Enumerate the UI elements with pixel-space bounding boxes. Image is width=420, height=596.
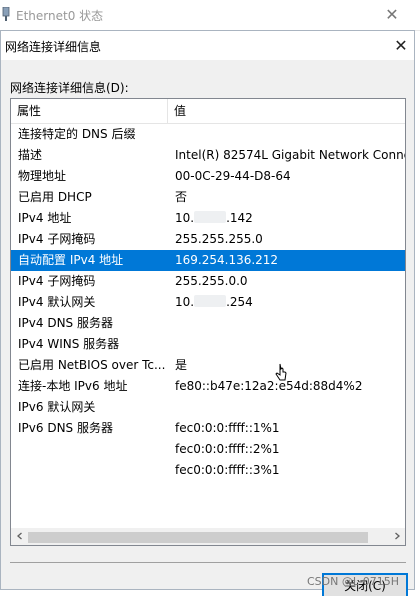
listview-rows: 连接特定的 DNS 后缀 描述 Intel(R) 82574L Gigabit Ne… xyxy=(11,124,405,521)
list-item[interactable]: 连接特定的 DNS 后缀 xyxy=(11,124,405,145)
list-item[interactable]: IPv4 子网掩码 255.255.0.0 xyxy=(11,271,405,292)
property-cell: 已启用 DHCP xyxy=(18,190,92,204)
network-connection-details-dialog: 网络连接详细信息 ✕ 网络连接详细信息(D): 属性 值 连接特定的 DNS 后… xyxy=(0,30,415,596)
parent-close-icon[interactable]: ✕ xyxy=(383,6,401,24)
property-cell: IPv4 地址 xyxy=(18,211,72,225)
column-header-property[interactable]: 属性 xyxy=(11,99,168,123)
parent-window-title: Ethernet0 状态 xyxy=(16,9,104,23)
list-item[interactable]: IPv4 地址 10. .142 xyxy=(11,208,405,229)
network-adapter-icon xyxy=(2,7,10,21)
value-cell: 169.254.136.212 xyxy=(175,253,279,267)
value-cell: Intel(R) 82574L Gigabit Network Connecti… xyxy=(175,148,405,162)
property-cell: IPv4 WINS 服务器 xyxy=(18,337,120,351)
property-cell: 连接-本地 IPv6 地址 xyxy=(18,379,128,393)
value-suffix: .142 xyxy=(226,211,253,225)
value-cell: 255.255.255.0 xyxy=(175,232,263,246)
list-item[interactable]: IPv6 DNS 服务器 fec0:0:0:ffff::1%1 xyxy=(11,418,405,439)
property-cell: 自动配置 IPv4 地址 xyxy=(18,253,124,267)
details-listview[interactable]: 属性 值 连接特定的 DNS 后缀 描述 Intel(R) 82574L Gigab… xyxy=(10,98,406,546)
value-cell: fec0:0:0:ffff::2%1 xyxy=(175,442,280,456)
scrollbar-thumb[interactable] xyxy=(28,532,368,543)
property-cell: 物理地址 xyxy=(18,169,67,183)
value-cell: 是 xyxy=(175,358,188,372)
mouse-cursor-icon xyxy=(275,363,287,381)
horizontal-scrollbar[interactable] xyxy=(11,528,405,545)
value-cell: fec0:0:0:ffff::3%1 xyxy=(175,463,280,477)
value-cell: 10. .254 xyxy=(175,292,405,313)
property-cell: IPv4 DNS 服务器 xyxy=(18,316,113,330)
value-prefix: 10. xyxy=(175,211,195,225)
list-item[interactable]: 描述 Intel(R) 82574L Gigabit Network Connec… xyxy=(11,145,405,166)
list-item[interactable]: 物理地址 00-0C-29-44-D8-64 xyxy=(11,166,405,187)
list-item[interactable]: IPv4 DNS 服务器 xyxy=(11,313,405,334)
property-cell: 已启用 NetBIOS over Tc... xyxy=(18,358,166,372)
list-item[interactable]: 连接-本地 IPv6 地址 fe80::b47e:12a2:e54d:88d4%2 xyxy=(11,376,405,397)
property-cell: IPv6 DNS 服务器 xyxy=(18,421,113,435)
property-cell: 描述 xyxy=(18,148,43,162)
list-item[interactable]: IPv4 WINS 服务器 xyxy=(11,334,405,355)
value-cell: 否 xyxy=(175,190,188,204)
list-item[interactable]: IPv4 子网掩码 255.255.255.0 xyxy=(11,229,405,250)
value-cell: 10. .142 xyxy=(175,208,405,229)
property-cell: 连接特定的 DNS 后缀 xyxy=(18,127,136,141)
property-cell: IPv4 子网掩码 xyxy=(18,274,96,288)
value-suffix: .254 xyxy=(226,295,253,309)
value-cell: fe80::b47e:12a2:e54d:88d4%2 xyxy=(175,379,363,393)
property-cell: IPv4 默认网关 xyxy=(18,295,96,309)
list-item[interactable]: IPv6 默认网关 xyxy=(11,397,405,418)
list-item[interactable]: fec0:0:0:ffff::3%1 xyxy=(11,460,405,481)
property-cell: IPv6 默认网关 xyxy=(18,400,96,414)
value-cell: 255.255.0.0 xyxy=(175,274,248,288)
dialog-titlebar: 网络连接详细信息 ✕ xyxy=(1,31,414,60)
value-prefix: 10. xyxy=(175,295,195,309)
list-item[interactable]: 已启用 DHCP 否 xyxy=(11,187,405,208)
redaction-mask xyxy=(194,295,227,307)
chevron-left-icon[interactable] xyxy=(11,529,28,545)
list-item[interactable]: 已启用 NetBIOS over Tc... 是 xyxy=(11,355,405,376)
watermark: CSDN @L-0715H xyxy=(307,575,400,588)
close-icon[interactable]: ✕ xyxy=(391,36,411,56)
value-cell: 00-0C-29-44-D8-64 xyxy=(175,169,291,183)
list-item[interactable]: IPv4 默认网关 10. .254 xyxy=(11,292,405,313)
column-header-value[interactable]: 值 xyxy=(168,99,405,123)
listview-header: 属性 值 xyxy=(11,99,405,124)
dialog-body: 网络连接详细信息(D): 属性 值 连接特定的 DNS 后缀 描述 Intel(R)… xyxy=(1,60,414,596)
dialog-title: 网络连接详细信息 xyxy=(5,40,102,54)
parent-titlebar: Ethernet0 状态 ✕ xyxy=(0,0,420,31)
redaction-mask xyxy=(194,211,227,223)
divider xyxy=(10,562,406,563)
list-item[interactable]: 自动配置 IPv4 地址 169.254.136.212 xyxy=(11,250,405,271)
list-item[interactable]: fec0:0:0:ffff::2%1 xyxy=(11,439,405,460)
property-cell: IPv4 子网掩码 xyxy=(18,232,96,246)
details-list-label: 网络连接详细信息(D): xyxy=(10,81,129,95)
chevron-right-icon[interactable] xyxy=(388,529,405,545)
value-cell: fec0:0:0:ffff::1%1 xyxy=(175,421,280,435)
